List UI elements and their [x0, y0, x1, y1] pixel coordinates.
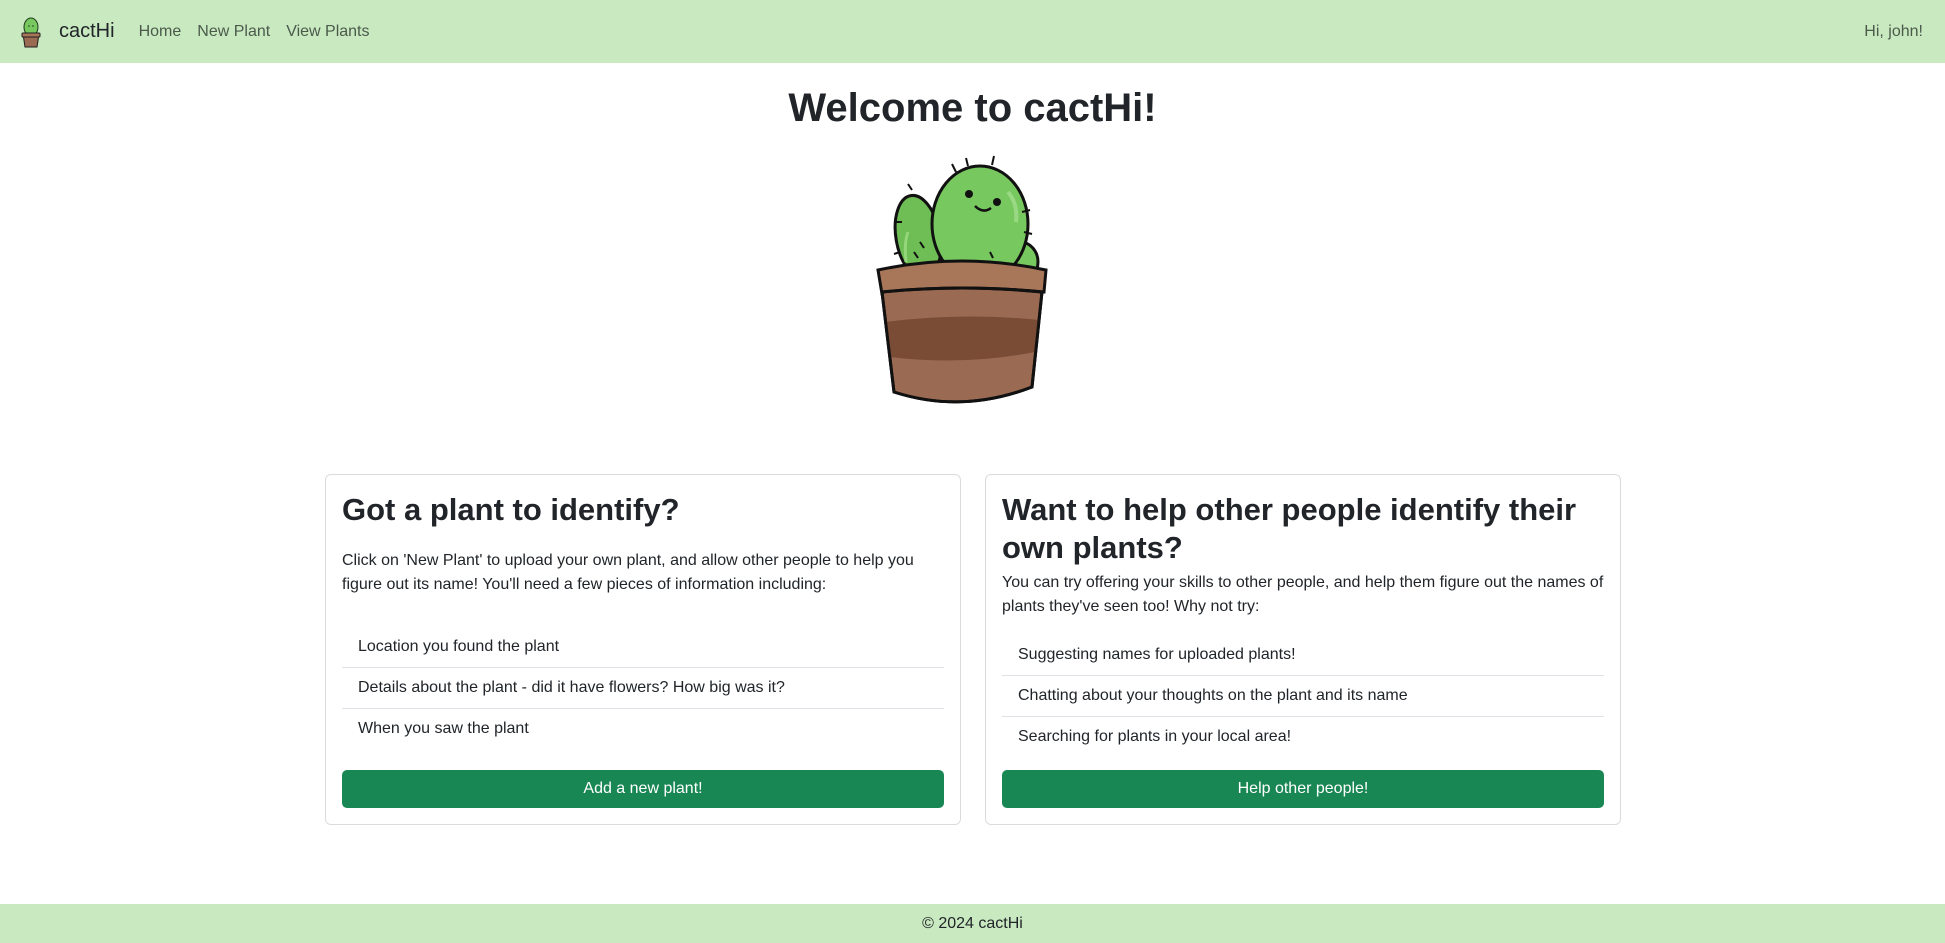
nav-link-home[interactable]: Home	[139, 23, 182, 41]
list-item: Chatting about your thoughts on the plan…	[1002, 676, 1604, 717]
cactus-illustration	[876, 155, 1048, 404]
identify-card: Got a plant to identify? Click on 'New P…	[325, 474, 961, 825]
suggestion-list: Suggesting names for uploaded plants! Ch…	[1002, 635, 1604, 757]
help-others-button[interactable]: Help other people!	[1002, 770, 1604, 808]
footer-text: © 2024 cactHi	[922, 915, 1023, 932]
card-title: Got a plant to identify?	[342, 492, 680, 527]
brand-link[interactable]: cactHi	[20, 16, 115, 48]
navbar: cactHi Home New Plant View Plants Hi, jo…	[0, 0, 1945, 63]
nav-link-new-plant[interactable]: New Plant	[197, 23, 270, 41]
add-plant-button[interactable]: Add a new plant!	[342, 770, 944, 808]
help-card: Want to help other people identify their…	[985, 474, 1621, 825]
list-item: Details about the plant - did it have fl…	[342, 668, 944, 709]
user-greeting: Hi, john!	[1864, 22, 1923, 40]
brand-name: cactHi	[59, 20, 115, 42]
cactus-logo-icon	[21, 17, 41, 47]
card-text: You can try offering your skills to othe…	[1002, 574, 1604, 615]
card-title: Want to help other people identify their…	[1002, 492, 1577, 565]
list-item: When you saw the plant	[358, 720, 529, 737]
nav-link-view-plants[interactable]: View Plants	[286, 23, 369, 41]
list-item: Searching for plants in your local area!	[1018, 728, 1292, 745]
list-item: Suggesting names for uploaded plants!	[1002, 635, 1604, 676]
list-item: Location you found the plant	[342, 627, 944, 668]
page-title: Welcome to cactHi!	[788, 86, 1157, 130]
info-list: Location you found the plant Details abo…	[342, 627, 944, 749]
card-text: Click on 'New Plant' to upload your own …	[342, 552, 914, 593]
footer: © 2024 cactHi	[0, 904, 1945, 943]
